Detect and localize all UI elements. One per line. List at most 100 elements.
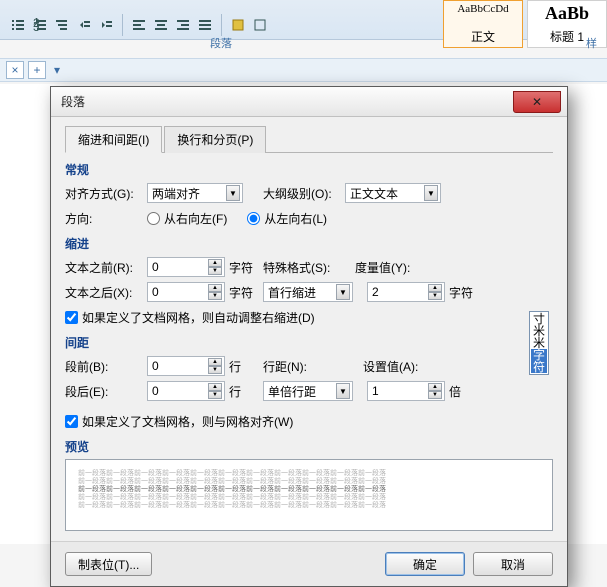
special-combo[interactable]: 首行缩进▼ xyxy=(263,282,353,302)
alignment-combo[interactable]: 两端对齐▼ xyxy=(147,183,243,203)
spin-up-icon[interactable]: ▲ xyxy=(208,383,222,391)
spin-down-icon[interactable]: ▼ xyxy=(208,391,222,399)
preview-section: 预览 前一段落前一段落前一段落前一段落前一段落前一段落前一段落前一段落前一段落前… xyxy=(65,438,553,531)
paragraph-group-icons: 123 xyxy=(8,14,270,36)
linespacing-label: 行距(N): xyxy=(263,358,323,375)
setvalue-label: 设置值(A): xyxy=(363,358,418,375)
chevron-down-icon: ▼ xyxy=(336,383,350,399)
spin-down-icon[interactable]: ▼ xyxy=(428,292,442,300)
preview-line: 前一段落前一段落前一段落前一段落前一段落前一段落前一段落前一段落前一段落前一段落… xyxy=(78,476,540,484)
special-label: 特殊格式(S): xyxy=(263,259,335,276)
paragraph-dialog: 段落 ✕ 缩进和间距(I) 换行和分页(P) 常规 对齐方式(G): 两端对齐▼… xyxy=(50,86,568,587)
dialog-body: 缩进和间距(I) 换行和分页(P) 常规 对齐方式(G): 两端对齐▼ 大纲级别… xyxy=(51,117,567,541)
spin-down-icon[interactable]: ▼ xyxy=(208,267,222,275)
after-label: 段后(E): xyxy=(65,383,147,400)
unit-line: 行 xyxy=(229,383,255,400)
section-title: 常规 xyxy=(65,161,553,178)
svg-text:3: 3 xyxy=(33,20,40,32)
preview-line: 前一段落前一段落前一段落前一段落前一段落前一段落前一段落前一段落前一段落前一段落… xyxy=(78,484,540,492)
tab-indent-spacing[interactable]: 缩进和间距(I) xyxy=(65,126,162,153)
multilevel-list-icon[interactable] xyxy=(52,15,72,35)
increase-indent-icon[interactable] xyxy=(96,15,116,35)
spacing-section: 间距 段前(B): 0▲▼ 行 行距(N): 设置值(A): 段后(E): 0▲… xyxy=(65,334,553,432)
tab-line-page-breaks[interactable]: 换行和分页(P) xyxy=(164,126,266,153)
style-sample: AaBbCcDd xyxy=(446,3,520,15)
close-button[interactable]: ✕ xyxy=(513,91,561,113)
alignment-label: 对齐方式(G): xyxy=(65,185,147,202)
outline-combo[interactable]: 正文文本▼ xyxy=(345,183,441,203)
unit-dropdown-list[interactable]: 寸 米米 字符 xyxy=(529,311,549,375)
grid-align-checkbox[interactable]: 如果定义了文档网格，则与网格对齐(W) xyxy=(65,413,293,430)
section-title: 间距 xyxy=(65,334,553,351)
unit-option-selected[interactable]: 字符 xyxy=(531,349,547,373)
direction-label: 方向: xyxy=(65,210,147,227)
spin-up-icon[interactable]: ▲ xyxy=(208,358,222,366)
text-after-label: 文本之后(X): xyxy=(65,284,147,301)
spin-down-icon[interactable]: ▼ xyxy=(208,292,222,300)
preview-line: 前一段落前一段落前一段落前一段落前一段落前一段落前一段落前一段落前一段落前一段落… xyxy=(78,500,540,508)
document-tabs: × + ▾ xyxy=(0,58,607,82)
section-title: 预览 xyxy=(65,438,553,455)
decrease-indent-icon[interactable] xyxy=(74,15,94,35)
tab-close-icon[interactable]: × xyxy=(6,61,24,79)
section-title: 缩进 xyxy=(65,235,553,252)
preview-line: 前一段落前一段落前一段落前一段落前一段落前一段落前一段落前一段落前一段落前一段落… xyxy=(78,492,540,500)
auto-indent-checkbox[interactable]: 如果定义了文档网格，则自动调整右缩进(D) xyxy=(65,309,315,326)
group-label-paragraph: 段落 xyxy=(210,35,232,51)
align-right-icon[interactable] xyxy=(173,15,193,35)
styles-gallery: AaBbCcDd 正文 AaBb 标题 1 xyxy=(443,0,607,48)
dialog-button-row: 制表位(T)... 确定 取消 xyxy=(51,541,567,586)
unit-line: 行 xyxy=(229,358,255,375)
spin-down-icon[interactable]: ▼ xyxy=(428,391,442,399)
tab-dropdown-icon[interactable]: ▾ xyxy=(50,61,64,79)
style-normal[interactable]: AaBbCcDd 正文 xyxy=(443,0,523,48)
chevron-down-icon: ▼ xyxy=(226,185,240,201)
spin-up-icon[interactable]: ▲ xyxy=(428,383,442,391)
ribbon: 123 段落 AaBbCcDd 正文 AaBb 标题 1 样 xyxy=(0,0,607,50)
tab-add-icon[interactable]: + xyxy=(28,61,46,79)
borders-icon[interactable] xyxy=(250,15,270,35)
indent-section: 缩进 文本之前(R): 0▲▼ 字符 特殊格式(S): 度量值(Y): 文本之后… xyxy=(65,235,553,328)
cancel-button[interactable]: 取消 xyxy=(473,552,553,576)
text-before-spinner[interactable]: 0▲▼ xyxy=(147,257,225,277)
style-name: 正文 xyxy=(446,28,520,45)
dialog-title: 段落 xyxy=(61,93,85,110)
align-left-icon[interactable] xyxy=(129,15,149,35)
before-label: 段前(B): xyxy=(65,358,147,375)
dialog-tabs: 缩进和间距(I) 换行和分页(P) xyxy=(65,125,553,153)
setvalue-spinner[interactable]: 1▲▼ xyxy=(367,381,445,401)
dialog-titlebar[interactable]: 段落 ✕ xyxy=(51,87,567,117)
shading-icon[interactable] xyxy=(228,15,248,35)
preview-box: 前一段落前一段落前一段落前一段落前一段落前一段落前一段落前一段落前一段落前一段落… xyxy=(65,459,553,531)
unit-option[interactable]: 米米 xyxy=(531,325,547,349)
text-after-spinner[interactable]: 0▲▼ xyxy=(147,282,225,302)
list-bullet-icon[interactable] xyxy=(8,15,28,35)
after-spinner[interactable]: 0▲▼ xyxy=(147,381,225,401)
preview-line: 前一段落前一段落前一段落前一段落前一段落前一段落前一段落前一段落前一段落前一段落… xyxy=(78,468,540,476)
spin-up-icon[interactable]: ▲ xyxy=(208,259,222,267)
chevron-down-icon: ▼ xyxy=(424,185,438,201)
close-icon: ✕ xyxy=(532,95,542,109)
separator-icon xyxy=(221,14,222,36)
unit-char: 字符 xyxy=(229,284,255,301)
unit-bei: 倍 xyxy=(449,383,475,400)
separator-icon xyxy=(122,14,123,36)
measure-label: 度量值(Y): xyxy=(355,259,410,276)
align-center-icon[interactable] xyxy=(151,15,171,35)
direction-ltr-radio[interactable]: 从左向右(L) xyxy=(247,210,327,227)
ok-button[interactable]: 确定 xyxy=(385,552,465,576)
spin-up-icon[interactable]: ▲ xyxy=(208,284,222,292)
linespacing-combo[interactable]: 单倍行距▼ xyxy=(263,381,353,401)
tabs-button[interactable]: 制表位(T)... xyxy=(65,552,152,576)
spin-down-icon[interactable]: ▼ xyxy=(208,366,222,374)
general-section: 常规 对齐方式(G): 两端对齐▼ 大纲级别(O): 正文文本▼ 方向: 从右向… xyxy=(65,161,553,229)
spin-up-icon[interactable]: ▲ xyxy=(428,284,442,292)
measure-spinner[interactable]: 2▲▼ xyxy=(367,282,445,302)
list-number-icon[interactable]: 123 xyxy=(30,15,50,35)
unit-char: 字符 xyxy=(229,259,255,276)
before-spinner[interactable]: 0▲▼ xyxy=(147,356,225,376)
direction-rtl-radio[interactable]: 从右向左(F) xyxy=(147,210,227,227)
text-before-label: 文本之前(R): xyxy=(65,259,147,276)
unit-char: 字符 xyxy=(449,284,475,301)
align-justify-icon[interactable] xyxy=(195,15,215,35)
